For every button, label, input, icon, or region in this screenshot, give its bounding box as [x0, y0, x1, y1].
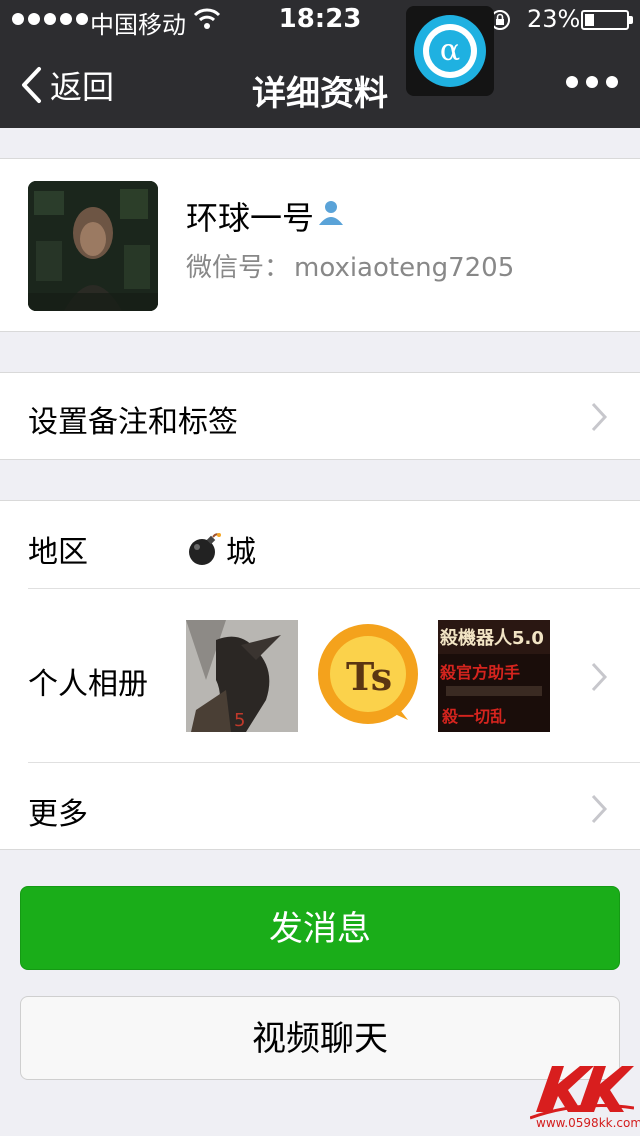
album-photo-3-subtitle: 殺官方助手	[439, 663, 520, 682]
send-message-button[interactable]: 发消息	[20, 886, 620, 970]
chevron-right-icon	[591, 662, 608, 692]
wechat-id-value: moxiaoteng7205	[294, 253, 515, 283]
battery-icon	[581, 10, 633, 30]
album-photo-2: Ts	[312, 620, 424, 732]
album-photo-1: 5	[186, 620, 298, 732]
album-photo-3-footer: 殺一切乱	[441, 707, 506, 726]
alpha-glyph: α	[429, 30, 471, 72]
page-title: 详细资料	[252, 74, 388, 114]
wechat-id: 微信号： moxiaoteng7205	[186, 247, 514, 284]
status-bar: 中国移动 18:23 23%	[0, 0, 640, 40]
album-label: 个人相册	[28, 667, 148, 702]
divider	[28, 588, 640, 589]
avatar[interactable]	[28, 181, 158, 311]
set-remark-label: 设置备注和标签	[28, 405, 238, 440]
nickname: 环球一号	[186, 199, 315, 237]
chevron-right-icon	[591, 402, 608, 432]
navigation-bar: 返回 详细资料	[0, 40, 640, 128]
album-photo-1-text: 5	[234, 710, 245, 731]
region-label: 地区	[28, 535, 88, 570]
watermark-url: www.0598kk.com	[536, 1116, 640, 1130]
chevron-right-icon	[591, 794, 608, 824]
floating-app-icon[interactable]: α	[406, 6, 494, 96]
contact-person-icon	[319, 201, 343, 225]
wechat-id-label: 微信号：	[186, 253, 291, 283]
region-value: 城	[226, 535, 256, 570]
bomb-icon	[189, 533, 221, 565]
more-options-button[interactable]	[566, 76, 618, 88]
set-remark-and-tags-row[interactable]: 设置备注和标签	[0, 372, 640, 460]
album-photo-2-text: Ts	[346, 654, 392, 699]
album-photo-3: 殺機器人5.0 殺官方助手 殺一切乱	[438, 620, 550, 732]
profile-card: 环球一号 微信号： moxiaoteng7205	[0, 158, 640, 332]
details-list: 地区 城 个人相册 5 Ts 殺機器人5.0 殺官方助手 殺一切乱 更多	[0, 500, 640, 850]
battery-percentage: 23%	[527, 5, 581, 33]
album-photo-3-title: 殺機器人5.0	[439, 627, 544, 649]
divider	[28, 762, 640, 763]
top-bar: 中国移动 18:23 23% 返回 详细资料 α	[0, 0, 640, 128]
more-label: 更多	[28, 797, 88, 832]
region-value-wrap: 城	[186, 527, 256, 571]
